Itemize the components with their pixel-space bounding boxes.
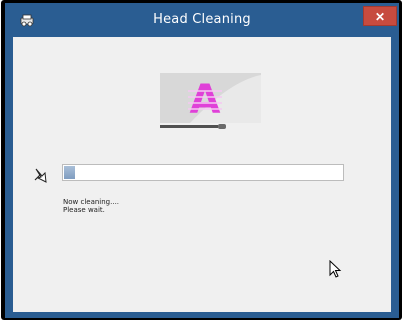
window-title: Head Cleaning — [153, 12, 251, 27]
close-button[interactable]: ✕ — [363, 6, 397, 26]
mouse-pointer-icon — [329, 260, 342, 278]
cleaning-nozzle-icon — [34, 168, 47, 183]
svg-text:A: A — [190, 77, 221, 123]
head-cleaning-illustration: A — [160, 73, 261, 129]
title-bar[interactable]: Head Cleaning ✕ — [5, 3, 399, 37]
progress-fill — [64, 166, 75, 179]
status-message: Now cleaning.... Please wait. — [63, 198, 119, 214]
cleaning-progress-bar — [62, 164, 344, 181]
status-line-2: Please wait. — [63, 206, 105, 214]
cleaning-letter-a: A — [188, 77, 222, 123]
status-line-1: Now cleaning.... — [63, 198, 120, 206]
